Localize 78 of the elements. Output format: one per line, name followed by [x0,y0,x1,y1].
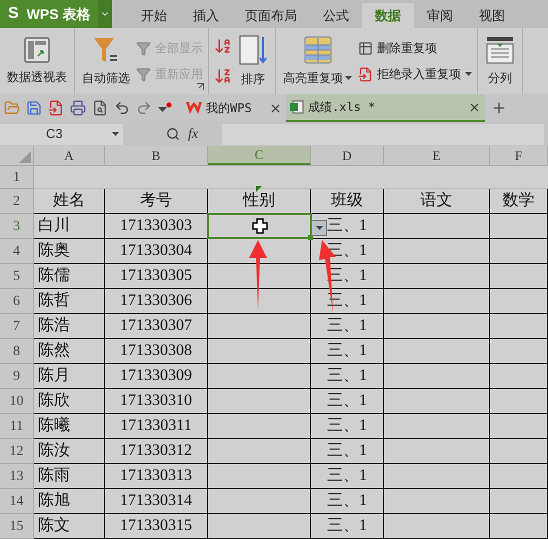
row-header[interactable]: 14 [0,489,34,514]
column-header[interactable]: F [490,146,548,165]
table-cell-text: 语文 [420,190,452,211]
table-cell-text: 数学 [502,191,534,211]
table-cell-text: 陈哲 [38,290,70,311]
table-cell-text: 陈奥 [38,241,70,261]
menu-tab[interactable]: 视图 [466,3,518,28]
table-cell-text: 三、1 [327,516,367,536]
ribbon-button[interactable]: 拒绝录入重复项 [358,65,472,83]
row-header[interactable]: 1 [0,166,34,189]
menu-tab[interactable]: 审阅 [414,3,466,28]
table-cell-text: 三、1 [327,316,367,336]
table-cell-text: 171330313 [120,466,192,486]
function-label[interactable]: fx [188,124,198,144]
table-cell-text: 陈月 [38,366,70,386]
column-header[interactable]: D [311,146,384,165]
table-cell-text: 陈文 [38,516,70,536]
ribbon-button[interactable]: 分列 [483,28,517,94]
table-cell-text: 考号 [140,190,172,211]
table-cell-text: 陈旭 [38,490,70,511]
table-cell-text: 171330312 [120,441,192,461]
table-cell-text: 白川 [38,216,70,236]
table-cell-text: 三、1 [327,366,367,386]
ribbon-button[interactable]: 数据透视表 [5,28,69,94]
table-cell-text: 姓名 [53,191,85,211]
ribbon-button[interactable]: 自动筛选 [80,28,132,94]
row-header[interactable]: 7 [0,314,34,339]
table-cell-text: 陈曦 [38,416,70,436]
ribbon-button[interactable]: 删除重复项 [358,39,472,57]
table-cell-text: 171330308 [120,341,192,361]
document-tab[interactable]: 我的WPS [182,94,286,122]
row-header[interactable]: 5 [0,264,34,289]
table-cell-text: 171330307 [120,316,192,336]
table-cell-text: 三、1 [327,441,367,461]
row-header[interactable]: 9 [0,364,34,389]
table-cell-text: 陈汝 [38,441,70,461]
ribbon-button[interactable]: 排序 [236,28,270,94]
table-cell-text: 三、1 [327,216,367,236]
name-box[interactable]: C3 [0,124,123,144]
row-header[interactable]: 11 [0,414,34,439]
table-cell-text: 三、1 [327,491,367,511]
table-cell-text: 陈儒 [38,266,70,286]
table-cell-text: 陈浩 [38,316,70,336]
table-cell-text: 班级 [331,190,363,211]
table-cell-text: 171330309 [120,366,192,386]
row-header[interactable]: 15 [0,514,34,539]
row-header[interactable]: 10 [0,389,34,414]
column-header[interactable]: E [384,146,490,165]
row-header[interactable]: 8 [0,339,34,364]
row-header[interactable]: 2 [0,189,34,214]
table-cell-text: 陈欣 [38,391,70,411]
table-cell-text: 171330314 [120,491,192,511]
table-cell-text: 陈雨 [38,466,70,486]
menu-tab[interactable]: 插入 [180,3,232,28]
table-cell-text: 陈然 [38,341,70,361]
menu-tab[interactable]: 公式 [310,3,362,28]
ribbon-button[interactable]: 高亮重复项 [281,28,354,94]
column-header[interactable]: A [34,146,105,165]
table-cell-text: 171330310 [120,391,192,411]
table-cell-text: 171330306 [120,291,192,311]
table-cell-text: 性别 [243,191,275,211]
table-cell-text: 171330304 [120,241,192,261]
table-cell-text: 171330315 [120,516,192,536]
row-header[interactable]: 13 [0,464,34,489]
menu-tab[interactable]: 开始 [128,3,180,28]
table-cell-text: 三、1 [327,341,367,361]
menu-tab[interactable]: 页面布局 [232,3,310,28]
app-menu-button[interactable]: S WPS 表格 [0,0,112,28]
table-cell-text: 三、1 [327,391,367,411]
row-header[interactable]: 4 [0,239,34,264]
table-cell-text: 171330311 [120,416,192,436]
table-cell-text: 171330303 [120,216,192,236]
row-header[interactable]: 6 [0,289,34,314]
table-cell-text: 三、1 [327,466,367,486]
table-cell-text: 三、1 [327,416,367,436]
table-cell-text: 171330305 [120,266,192,286]
document-tab[interactable]: 成绩.xls * [286,94,485,122]
row-header[interactable]: 12 [0,439,34,464]
